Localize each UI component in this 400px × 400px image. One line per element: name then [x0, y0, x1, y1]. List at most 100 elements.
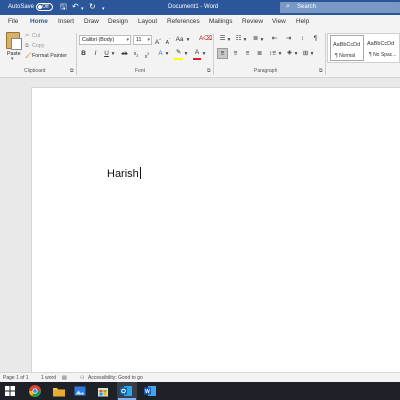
subscript-button[interactable]: x2: [132, 50, 140, 60]
show-formatting-icon[interactable]: ¶: [312, 35, 319, 43]
tab-references[interactable]: References: [167, 18, 200, 25]
text-effects-icon[interactable]: A: [156, 50, 165, 58]
borders-icon[interactable]: ⊞: [301, 50, 310, 58]
tab-layout[interactable]: Layout: [138, 18, 157, 25]
chevron-down-icon[interactable]: ▾: [184, 50, 188, 58]
photos-icon[interactable]: [73, 384, 87, 398]
chevron-down-icon[interactable]: ▾: [202, 50, 206, 58]
word-count[interactable]: 1 word: [41, 375, 56, 381]
autosave-toggle[interactable]: Off: [36, 3, 53, 11]
chrome-icon[interactable]: [28, 384, 42, 398]
bullets-icon[interactable]: ☰: [218, 35, 227, 43]
font-launcher-icon[interactable]: ⧉: [207, 68, 211, 74]
ribbon: Paste ▾ ✂ Cut ⧉ Copy 🖌Format Painter Clipb…: [0, 29, 400, 78]
cut-label: Cut: [32, 33, 41, 39]
tab-draw[interactable]: Draw: [84, 18, 99, 25]
grow-font-button[interactable]: A^: [154, 36, 162, 47]
chevron-down-icon[interactable]: ▾: [243, 36, 247, 44]
style-sample: AaBbCcDd: [367, 41, 395, 47]
highlight-color-bar: [174, 58, 183, 60]
copy-label: Copy: [32, 43, 45, 49]
file-explorer-icon[interactable]: [52, 384, 66, 398]
search-placeholder: Search: [297, 4, 317, 10]
document-area: Harish: [0, 79, 400, 372]
document-page[interactable]: Harish: [31, 87, 400, 372]
autosave-label: AutoSave: [8, 4, 35, 10]
numbering-icon[interactable]: ☷: [234, 35, 243, 43]
change-case-button[interactable]: Aa: [175, 36, 184, 44]
tab-view[interactable]: View: [272, 18, 286, 25]
justify-icon[interactable]: ≣: [255, 50, 264, 58]
chevron-down-icon[interactable]: ▾: [278, 50, 282, 58]
chevron-down-icon[interactable]: ▾: [186, 36, 190, 44]
chevron-down-icon[interactable]: ▾: [111, 50, 115, 58]
save-icon[interactable]: 🖫: [60, 2, 67, 12]
chevron-down-icon[interactable]: ▾: [294, 50, 298, 58]
italic-button[interactable]: I: [92, 50, 99, 58]
tab-review[interactable]: Review: [242, 18, 263, 25]
document-body-text[interactable]: Harish: [107, 167, 141, 180]
clear-formatting-icon[interactable]: A⌫: [199, 35, 212, 43]
clipboard-group-label: Clipboard: [24, 68, 46, 74]
sort-icon[interactable]: ↕: [298, 35, 307, 43]
increase-indent-icon[interactable]: ⇥: [284, 35, 293, 43]
document-title: Document1 - Word: [168, 4, 219, 10]
copy-button: ⧉ Copy: [25, 43, 44, 50]
outlook-icon[interactable]: [119, 384, 133, 398]
style-no-spacing[interactable]: AaBbCcDd ¶ No Spac...: [365, 35, 399, 61]
underline-button[interactable]: U: [103, 50, 110, 58]
chevron-down-icon: ▾: [126, 37, 129, 43]
accessibility-icon: ⚇: [80, 375, 85, 381]
chevron-down-icon[interactable]: ▾: [227, 36, 231, 44]
tab-home[interactable]: Home: [30, 18, 48, 25]
font-name-combo[interactable]: Calibri (Body) ▾: [79, 35, 131, 45]
tab-mailings[interactable]: Mailings: [209, 18, 232, 25]
proofing-icon[interactable]: ▤: [62, 375, 67, 381]
windows-icon[interactable]: [3, 384, 17, 398]
ribbon-tabs: File Home Insert Draw Design Layout Refe…: [0, 15, 400, 29]
clipboard-launcher-icon[interactable]: ⧉: [70, 68, 74, 74]
accessibility-status[interactable]: Accessibility: Good to go: [88, 375, 143, 381]
page-count[interactable]: Page 1 of 1: [3, 375, 29, 381]
undo-icon[interactable]: ↶: [72, 2, 79, 12]
word-icon[interactable]: W: [143, 384, 157, 398]
font-name-value: Calibri (Body): [82, 37, 115, 43]
font-color-icon[interactable]: A: [193, 49, 201, 57]
bold-button[interactable]: B: [80, 50, 87, 58]
decrease-indent-icon[interactable]: ⇤: [270, 35, 279, 43]
paste-dropdown-icon[interactable]: ▾: [11, 56, 14, 62]
align-right-icon[interactable]: ≡: [243, 50, 252, 58]
highlighter-icon[interactable]: ✎: [174, 49, 183, 57]
format-painter-button[interactable]: 🖌Format Painter: [25, 53, 67, 59]
undo-dropdown-icon[interactable]: ▾: [81, 4, 84, 14]
chevron-down-icon[interactable]: ▾: [165, 50, 169, 58]
multilevel-list-icon[interactable]: ≣: [251, 35, 260, 43]
search-box[interactable]: ⌕ Search: [280, 2, 400, 13]
line-spacing-icon[interactable]: ↕≡: [268, 50, 277, 58]
tab-insert[interactable]: Insert: [58, 18, 74, 25]
store-icon[interactable]: [96, 384, 110, 398]
tab-file[interactable]: File: [8, 18, 18, 25]
redo-icon[interactable]: ↻: [89, 2, 96, 12]
tab-design[interactable]: Design: [108, 18, 128, 25]
strikethrough-button[interactable]: ab: [120, 50, 129, 58]
align-left-button[interactable]: ≡: [217, 48, 228, 59]
chevron-down-icon[interactable]: ▾: [260, 36, 264, 44]
shading-icon[interactable]: ◈: [285, 49, 294, 57]
document-text: Harish: [107, 168, 139, 180]
customize-toolbar-icon[interactable]: ▾: [102, 4, 105, 14]
format-painter-label: Format Painter: [32, 53, 68, 59]
chevron-down-icon[interactable]: ▾: [310, 50, 314, 58]
group-divider: [76, 33, 77, 75]
font-group-label: Font: [135, 68, 146, 74]
font-size-combo[interactable]: 11 ▾: [133, 35, 152, 45]
status-bar: Page 1 of 1 1 word ▤ ⚇ Accessibility: Go…: [0, 372, 400, 382]
superscript-button[interactable]: x2: [143, 50, 151, 61]
align-center-icon[interactable]: ≡: [231, 50, 240, 58]
tab-help[interactable]: Help: [296, 18, 309, 25]
paragraph-launcher-icon[interactable]: ⧉: [319, 68, 323, 74]
style-normal[interactable]: AaBbCcDd ¶ Normal: [330, 35, 364, 61]
shrink-font-button[interactable]: Aˇ: [164, 36, 172, 47]
align-left-icon: ≡: [220, 50, 225, 57]
paste-icon[interactable]: [6, 32, 22, 50]
